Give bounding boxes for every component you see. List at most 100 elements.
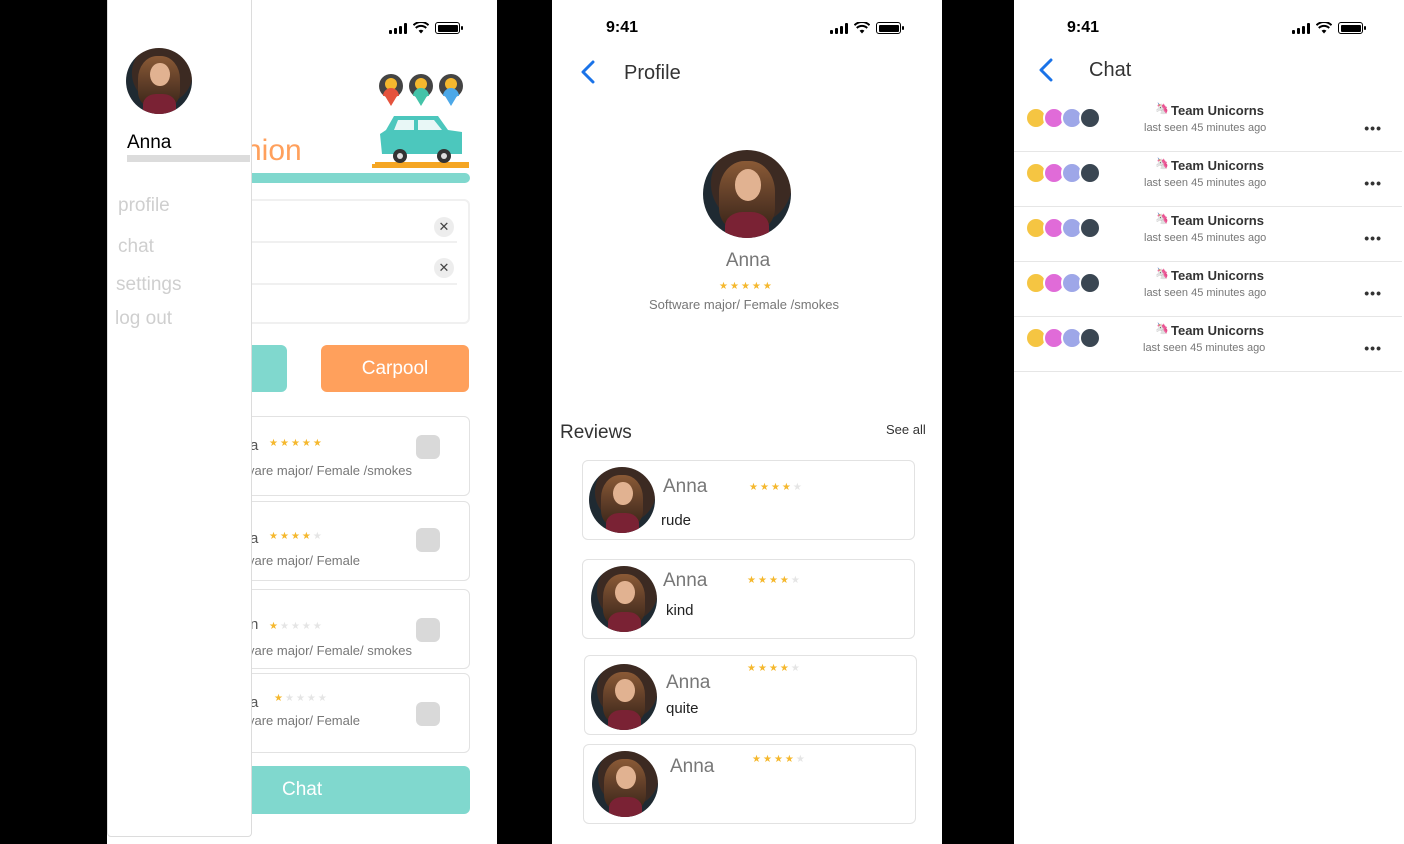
review-card[interactable]: Anna ★ ★ ★ ★ ★ quite	[584, 655, 917, 735]
brand-title: nion	[245, 134, 302, 167]
profile-screen: 9:41 Profile Anna ★ ★ ★ ★ ★ Software major/ …	[552, 0, 942, 844]
more-options-icon[interactable]: •••	[1364, 340, 1382, 356]
menu-item-settings[interactable]: settings	[116, 274, 181, 296]
drawer-avatar[interactable]	[126, 48, 192, 114]
group-emoji: 🦄	[1155, 158, 1169, 170]
review-card[interactable]: Anna ★ ★ ★ ★ ★ rude	[582, 460, 915, 540]
back-chevron-icon[interactable]	[1038, 58, 1054, 82]
group-emoji: 🦄	[1155, 213, 1169, 225]
review-stars: ★ ★ ★ ★ ★	[749, 482, 802, 493]
status-icons	[830, 22, 904, 34]
group-emoji: 🦄	[1155, 103, 1169, 115]
review-text: kind	[666, 602, 694, 619]
group-emoji: 🦄	[1155, 323, 1169, 335]
battery-icon	[1338, 22, 1366, 34]
review-card[interactable]: Anna ★ ★ ★ ★ ★	[583, 744, 916, 824]
see-all-link[interactable]: See all	[886, 422, 926, 437]
rider-description: vare major/ Female	[248, 553, 360, 568]
last-seen: last seen 45 minutes ago	[1144, 177, 1267, 189]
select-checkbox[interactable]	[416, 528, 440, 552]
chat-list-item[interactable]: 🦄 Team Unicorns last seen 45 minutes ago…	[1014, 263, 1402, 317]
rider-description: vare major/ Female /smokes	[248, 463, 412, 478]
rider-description: vare major/ Female/ smokes	[248, 643, 412, 658]
signal-icon	[830, 22, 848, 34]
select-checkbox[interactable]	[416, 702, 440, 726]
carpool-illustration	[372, 72, 470, 172]
reviewer-avatar	[589, 467, 655, 533]
rating-stars: ★ ★ ★ ★ ★	[269, 531, 322, 542]
chat-list-item[interactable]: 🦄 Team Unicorns last seen 45 minutes ago…	[1014, 208, 1402, 262]
reviewer-avatar	[592, 751, 658, 817]
battery-icon	[435, 22, 463, 34]
status-time: 9:41	[1067, 19, 1100, 36]
back-chevron-icon[interactable]	[580, 60, 596, 84]
member-avatar	[1079, 107, 1101, 129]
rating-stars: ★ ★ ★ ★ ★	[274, 693, 327, 704]
page-title: Profile	[624, 62, 681, 84]
chat-list-item[interactable]: 🦄 Team Unicorns last seen 45 minutes ago…	[1014, 98, 1402, 152]
more-options-icon[interactable]: •••	[1364, 230, 1382, 246]
more-options-icon[interactable]: •••	[1364, 285, 1382, 301]
chat-list-item[interactable]: 🦄 Team Unicorns last seen 45 minutes ago…	[1014, 318, 1402, 372]
rider-card[interactable]: a ★ ★ ★ ★ ★ vare major/ Female	[227, 501, 470, 581]
clear-from-button[interactable]: ✕	[434, 217, 454, 237]
drawer-user-name: Anna	[127, 132, 172, 153]
carpool-button[interactable]: Carpool	[321, 345, 469, 392]
home-screen: nion ✕ ✕ Carpool a ★ ★ ★ ★ ★ vare major/ Fem…	[107, 0, 497, 844]
profile-description: Software major/ Female /smokes	[648, 297, 839, 312]
review-stars: ★ ★ ★ ★ ★	[747, 663, 800, 674]
last-seen: last seen 45 minutes ago	[1144, 232, 1267, 244]
reviewer-avatar	[591, 566, 657, 632]
from-field-underline	[247, 241, 457, 243]
more-options-icon[interactable]: •••	[1364, 120, 1382, 136]
reviewer-name: Anna	[663, 476, 708, 497]
chat-button[interactable]: Chat	[245, 766, 470, 814]
member-avatar	[1079, 217, 1101, 239]
last-seen: last seen 45 minutes ago	[1143, 342, 1266, 354]
status-time: 9:41	[606, 19, 639, 36]
brand-underline	[245, 173, 470, 183]
wifi-icon	[854, 22, 870, 34]
review-card[interactable]: Anna ★ ★ ★ ★ ★ kind	[582, 559, 915, 639]
member-avatar	[1079, 327, 1101, 349]
select-checkbox[interactable]	[416, 618, 440, 642]
review-text: rude	[661, 512, 692, 529]
status-icons	[389, 22, 463, 34]
group-name: Team Unicorns	[1171, 158, 1264, 173]
route-form: ✕ ✕	[245, 199, 470, 324]
page-title: Chat	[1089, 59, 1132, 81]
profile-avatar	[703, 150, 791, 238]
rider-description: vare major/ Female	[248, 713, 360, 728]
review-stars: ★ ★ ★ ★ ★	[747, 575, 800, 586]
reviewer-avatar	[591, 664, 657, 730]
wifi-icon	[1316, 22, 1332, 34]
drawer-name-underline	[127, 155, 250, 162]
menu-item-chat[interactable]: chat	[118, 236, 154, 258]
group-emoji: 🦄	[1155, 268, 1169, 280]
profile-rating-stars: ★ ★ ★ ★ ★	[719, 281, 772, 292]
group-name: Team Unicorns	[1171, 268, 1264, 283]
group-name: Team Unicorns	[1171, 323, 1264, 338]
signal-icon	[1292, 22, 1310, 34]
rating-stars: ★ ★ ★ ★ ★	[269, 438, 322, 449]
group-name: Team Unicorns	[1171, 213, 1264, 228]
review-text: quite	[666, 700, 699, 717]
to-field-underline	[247, 283, 457, 285]
select-checkbox[interactable]	[416, 435, 440, 459]
rider-card[interactable]: a ★ ★ ★ ★ ★ vare major/ Female /smokes	[227, 416, 470, 496]
rider-card[interactable]: a ★ ★ ★ ★ ★ vare major/ Female	[227, 673, 470, 753]
review-stars: ★ ★ ★ ★ ★	[752, 754, 805, 765]
chat-screen: 9:41 Chat 🦄 Team Unicorns last seen 45 m…	[1014, 0, 1404, 844]
chat-list-item[interactable]: 🦄 Team Unicorns last seen 45 minutes ago…	[1014, 153, 1402, 207]
last-seen: last seen 45 minutes ago	[1144, 287, 1267, 299]
rider-card[interactable]: n ★ ★ ★ ★ ★ vare major/ Female/ smokes	[227, 589, 470, 669]
menu-item-profile[interactable]: profile	[118, 195, 170, 217]
clear-to-button[interactable]: ✕	[434, 258, 454, 278]
more-options-icon[interactable]: •••	[1364, 175, 1382, 191]
reviews-heading: Reviews	[560, 422, 632, 443]
reviewer-name: Anna	[670, 756, 715, 777]
last-seen: last seen 45 minutes ago	[1144, 122, 1267, 134]
member-avatar	[1079, 162, 1101, 184]
menu-item-logout[interactable]: log out	[115, 308, 172, 330]
side-drawer: Anna profile chat settings log out	[107, 0, 252, 837]
